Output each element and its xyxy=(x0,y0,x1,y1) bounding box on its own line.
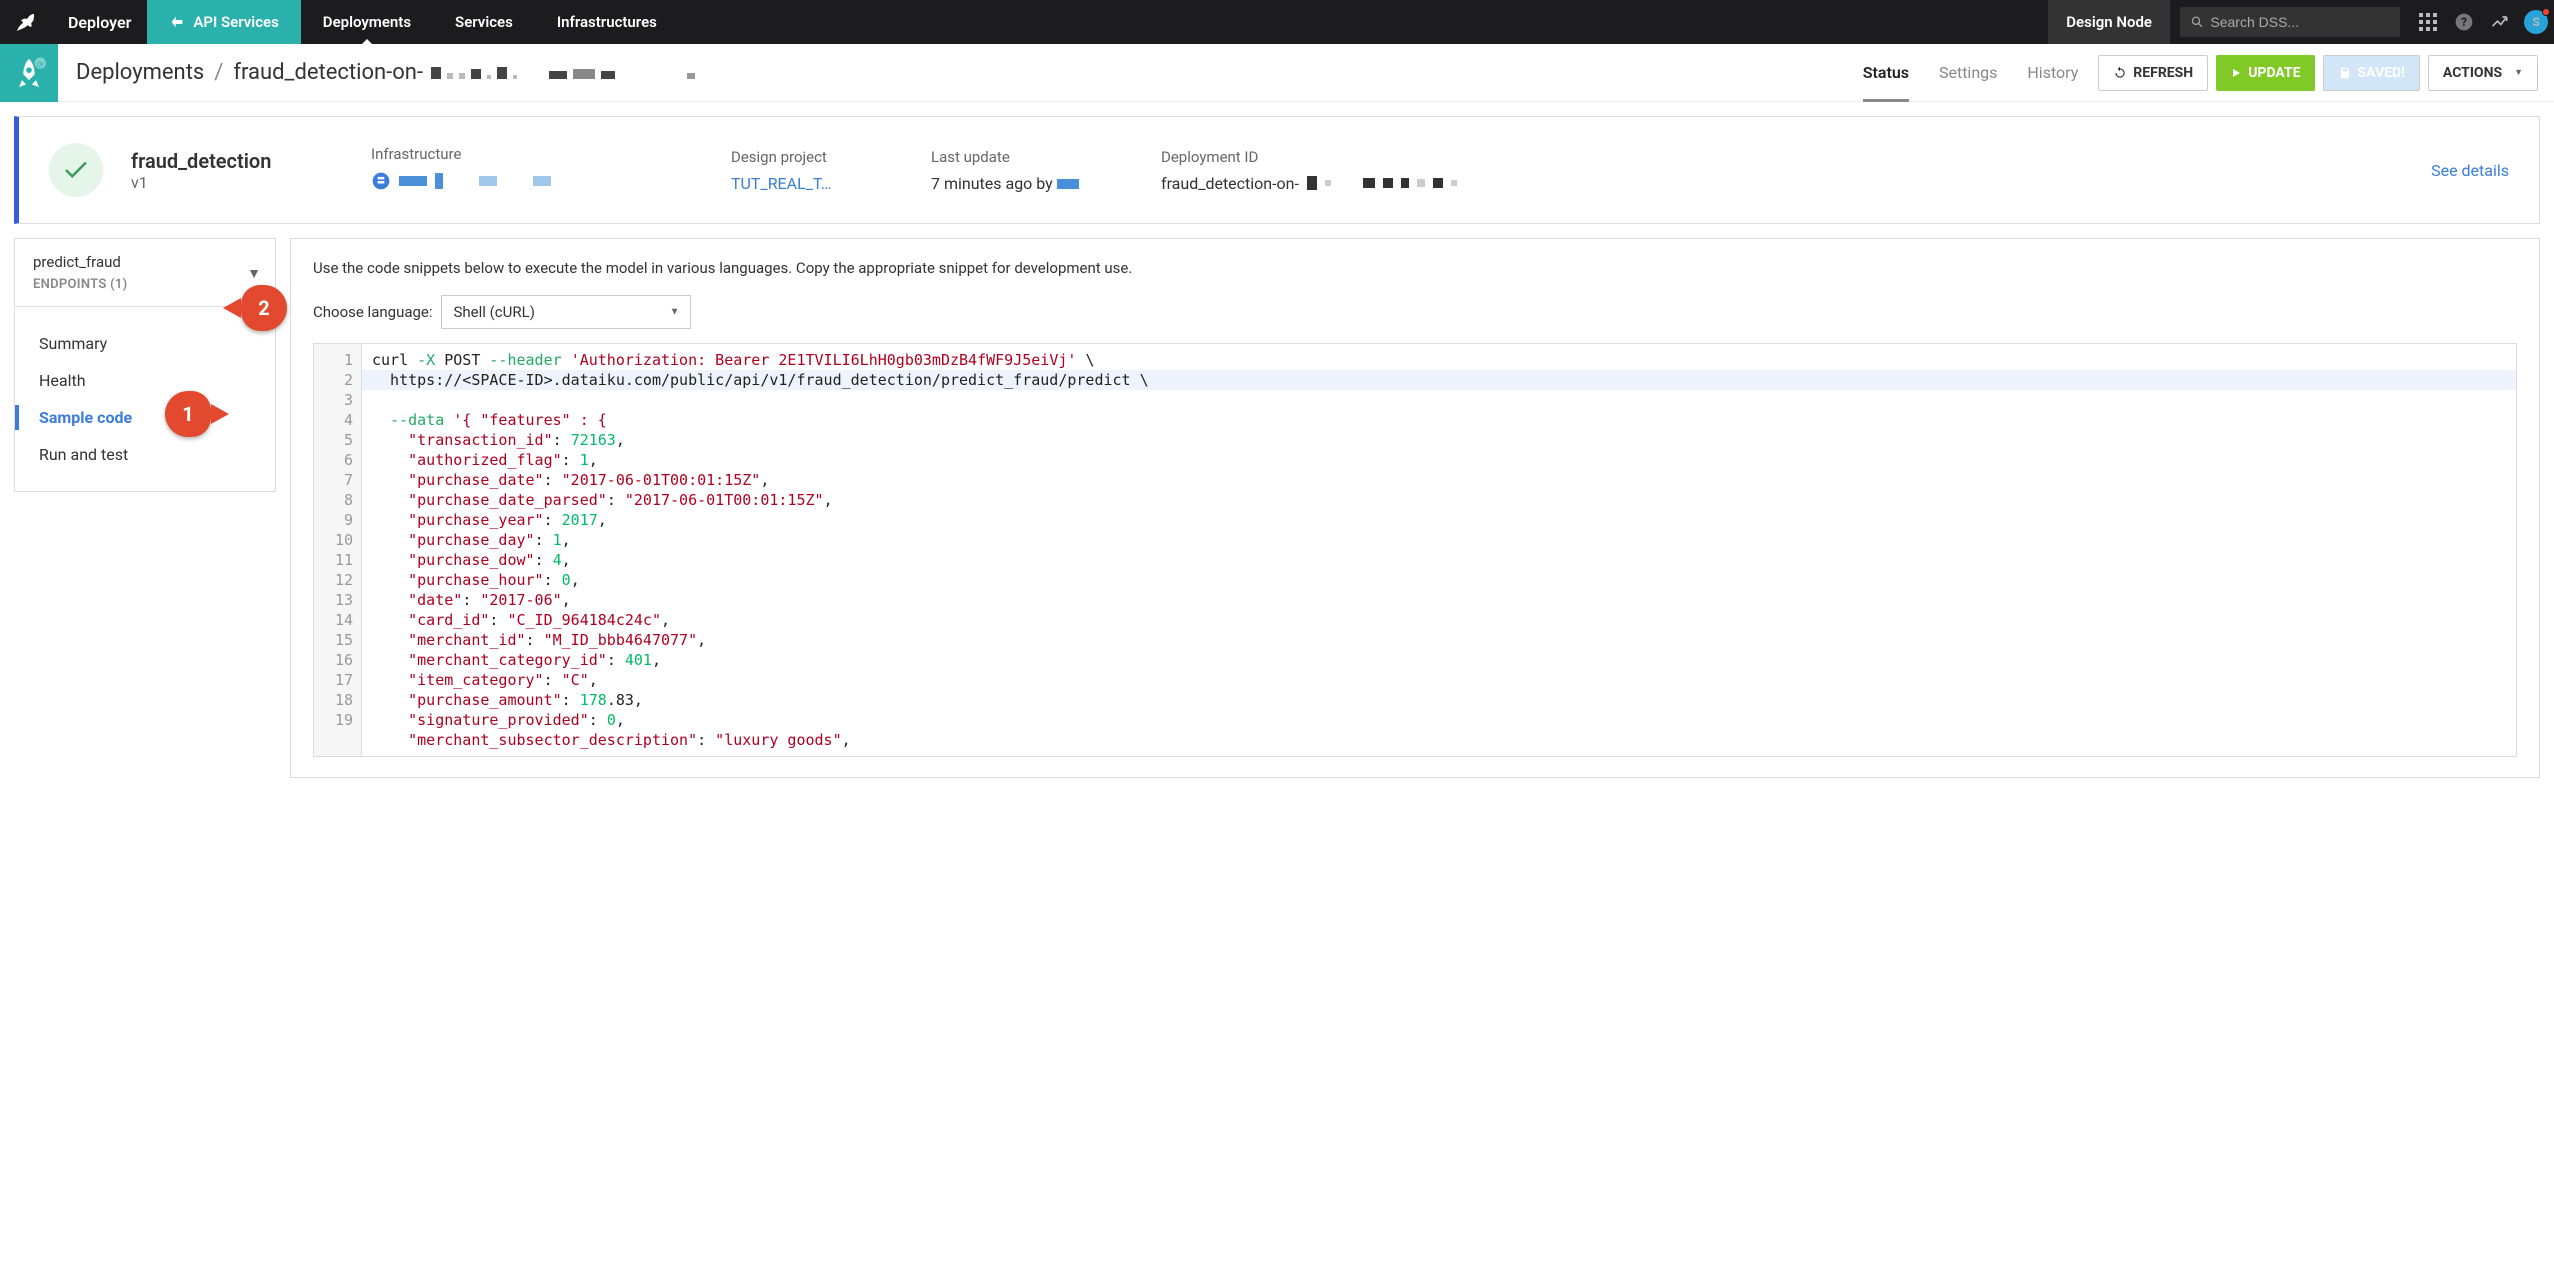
svg-text:⟳: ⟳ xyxy=(37,60,45,70)
annotation-callout-2: 2 xyxy=(241,285,287,331)
sidebar-item-run-test[interactable]: Run and test xyxy=(15,436,275,473)
breadcrumb-current: fraud_detection-on- xyxy=(233,60,423,85)
nav-tab-api-services[interactable]: API Services xyxy=(147,0,300,44)
breadcrumb-root[interactable]: Deployments xyxy=(76,60,204,85)
search-box[interactable] xyxy=(2180,7,2400,37)
nav-tab-infrastructures[interactable]: Infrastructures xyxy=(535,0,679,44)
brand-label: Deployer xyxy=(52,13,147,32)
design-node-label[interactable]: Design Node xyxy=(2048,0,2170,44)
save-icon xyxy=(2338,66,2352,80)
project-link[interactable]: TUT_REAL_T… xyxy=(731,174,871,193)
trend-icon[interactable] xyxy=(2482,12,2518,32)
play-icon xyxy=(2230,67,2242,79)
endpoint-selector[interactable]: predict_fraud ENDPOINTS (1) ▼ xyxy=(14,238,276,307)
code-snippet: 12345678910111213141516171819 curl -X PO… xyxy=(313,343,2517,757)
infra-icon xyxy=(371,171,391,191)
help-icon[interactable]: ? xyxy=(2446,12,2482,32)
apps-grid-icon[interactable] xyxy=(2410,13,2446,31)
subheader: ⟳ Deployments / fraud_detection-on- Stat… xyxy=(0,44,2554,102)
saved-label: SAVED! xyxy=(2358,65,2405,81)
endpoints-count: ENDPOINTS (1) xyxy=(33,277,257,292)
search-input[interactable] xyxy=(2210,14,2390,30)
update-button[interactable]: UPDATE xyxy=(2216,55,2314,91)
notification-dot-icon xyxy=(2542,8,2550,16)
user-avatar[interactable]: S xyxy=(2518,10,2554,34)
refresh-button[interactable]: REFRESH xyxy=(2098,55,2208,91)
bird-logo-icon[interactable] xyxy=(0,10,52,34)
chevron-down-icon: ▼ xyxy=(247,265,261,282)
code-gutter: 12345678910111213141516171819 xyxy=(314,344,362,756)
sidebar-item-summary[interactable]: Summary xyxy=(15,325,275,362)
depid-label: Deployment ID xyxy=(1161,148,1481,166)
intro-text: Use the code snippets below to execute t… xyxy=(313,259,2517,277)
action-buttons: REFRESH UPDATE SAVED! ACTIONS xyxy=(2098,55,2554,91)
breadcrumb: Deployments / fraud_detection-on- xyxy=(58,60,695,85)
sidebar-item-sample-code[interactable]: Sample code xyxy=(15,399,275,436)
saved-button: SAVED! xyxy=(2323,55,2420,91)
infra-value xyxy=(371,171,551,191)
top-nav: Deployer API Services Deployments Servic… xyxy=(0,0,2554,44)
actions-button[interactable]: ACTIONS xyxy=(2428,55,2538,91)
update-label: UPDATE xyxy=(2248,65,2300,81)
infra-label: Infrastructure xyxy=(371,145,671,163)
avatar-letter: S xyxy=(2532,15,2539,29)
depid-value: fraud_detection-on- xyxy=(1161,174,1457,193)
svg-text:?: ? xyxy=(2461,15,2467,29)
redacted-text xyxy=(431,67,695,79)
nav-tab-deployments[interactable]: Deployments xyxy=(301,0,433,44)
service-version: v1 xyxy=(131,173,311,192)
sidebar-nav: Summary Health Sample code Run and test … xyxy=(14,307,276,492)
sidebar-item-health[interactable]: Health xyxy=(15,362,275,399)
status-ok-icon xyxy=(49,143,103,197)
tab-status[interactable]: Status xyxy=(1863,44,1909,102)
annotation-callout-1: 1 xyxy=(165,391,211,437)
refresh-icon xyxy=(2113,66,2127,80)
see-details-link[interactable]: See details xyxy=(2431,161,2509,180)
code-body[interactable]: curl -X POST --header 'Authorization: Be… xyxy=(362,344,2516,756)
nav-tab-services[interactable]: Services xyxy=(433,0,535,44)
breadcrumb-sep: / xyxy=(204,60,233,85)
project-label: Design project xyxy=(731,148,871,166)
lastupdate-value: 7 minutes ago by xyxy=(931,174,1101,193)
status-card: fraud_detection v1 Infrastructure Design… xyxy=(14,116,2540,224)
nav-tab-api-services-label: API Services xyxy=(193,13,278,31)
tab-settings[interactable]: Settings xyxy=(1939,44,1997,102)
subheader-tabs: Status Settings History xyxy=(1843,44,2099,102)
main-panel: Use the code snippets below to execute t… xyxy=(290,238,2540,778)
endpoint-name: predict_fraud xyxy=(33,253,257,271)
sidebar: predict_fraud ENDPOINTS (1) ▼ Summary He… xyxy=(14,238,276,778)
service-name: fraud_detection xyxy=(131,149,311,173)
project-rocket-icon[interactable]: ⟳ xyxy=(0,44,58,102)
language-select[interactable]: Shell (cURL) xyxy=(441,295,691,329)
lastupdate-label: Last update xyxy=(931,148,1101,166)
tab-history[interactable]: History xyxy=(2027,44,2078,102)
choose-language-label: Choose language: xyxy=(313,303,433,321)
refresh-label: REFRESH xyxy=(2133,65,2193,81)
